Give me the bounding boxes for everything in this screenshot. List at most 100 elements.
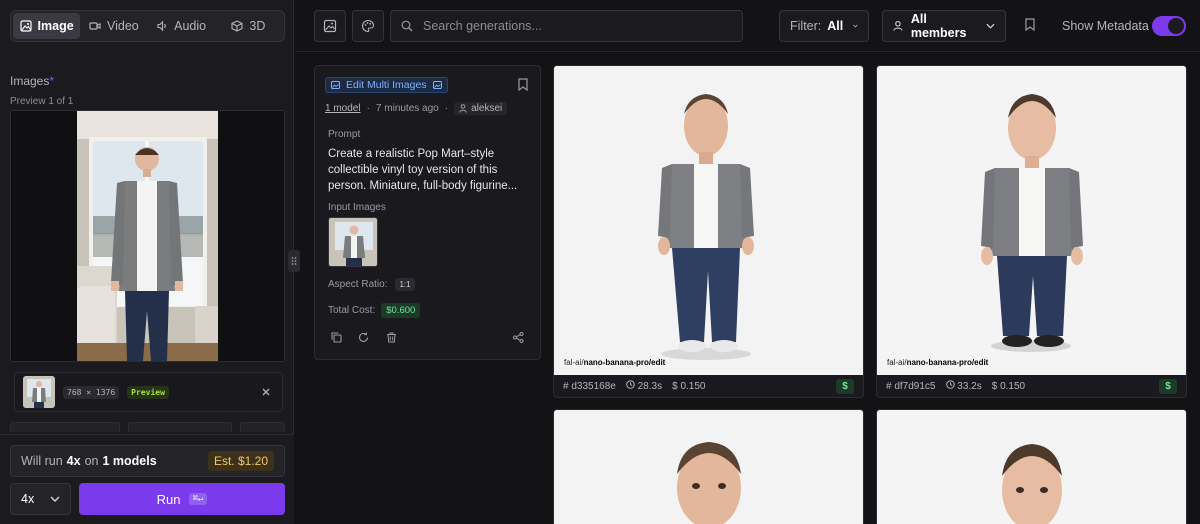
generation-info-card: Edit Multi Images 1 model · 7 minutes ag… [314,65,541,360]
trash-icon [387,332,396,343]
required-mark: * [49,74,55,88]
aspect-ratio-value: 1:1 [395,278,415,291]
figurine-image [554,410,863,524]
cube-icon [231,20,243,32]
result-image[interactable]: fal-ai/nano-banana-pro/edit [877,66,1186,375]
model-badge-label: Edit Multi Images [346,79,427,91]
bookmark-icon [518,78,528,92]
card-bookmark-button[interactable] [518,78,528,94]
tab-video[interactable]: Video [80,13,147,39]
result-card[interactable]: fal-ai/nano-banana-pro/edit # df7d91c5 3… [876,65,1187,398]
tab-video-label: Video [107,19,139,33]
result-duration: 33.2s [945,380,982,392]
dollar-icon: $ [672,380,678,392]
collapsed-section [128,422,232,432]
search-input[interactable] [423,19,723,33]
chevron-down-icon [853,24,858,28]
image-dimensions: 768 × 1376 [63,385,120,399]
model-prefix: fal-ai/ [887,358,907,367]
models-link[interactable]: 1 model [325,103,361,114]
tab-audio[interactable]: Audio [148,13,215,39]
user-chip[interactable]: aleksei [454,102,508,115]
tab-3d[interactable]: 3D [215,13,282,39]
result-card[interactable]: fal-ai/nano-banana-pro/edit # d335168e 2… [553,65,864,398]
copy-button[interactable] [331,332,342,346]
close-icon [262,388,270,396]
gallery-view-button[interactable] [314,10,346,42]
bookmarks-button[interactable] [1025,18,1035,34]
tab-audio-label: Audio [174,19,207,33]
figurine-image [554,66,863,375]
search-bar [390,10,743,42]
result-meta: # d335168e 28.3s $ 0.150 $ [554,375,863,397]
aspect-ratio-label: Aspect Ratio: [328,279,388,290]
show-metadata-toggle[interactable] [1152,16,1186,36]
total-cost-label: Total Cost: [328,305,376,316]
video-icon [89,22,101,30]
filter-dropdown[interactable]: Filter: All [779,10,869,42]
image-preview[interactable] [10,110,285,362]
result-image[interactable]: fal-ai/nano-banana-pro/edit [554,66,863,375]
figurine-image [877,410,1186,524]
image-icon [331,81,340,89]
result-cost: $ 0.150 [672,381,705,392]
hash-icon: # [563,380,569,392]
user-name: aleksei [471,103,503,114]
members-dropdown[interactable]: All members [882,10,1006,42]
remove-file-button[interactable] [258,384,274,400]
result-image[interactable] [877,410,1186,524]
images-label-text: Images [10,74,50,88]
prompt-label: Prompt [328,129,361,140]
result-cost-value: 0.150 [1000,380,1026,392]
card-actions [329,332,529,348]
file-thumbnail-photo [23,376,55,408]
clock-icon [945,380,955,389]
dollar-icon: $ [991,380,998,392]
cost-estimate: Est. $1.20 [207,451,274,471]
input-images-label: Input Images [328,202,386,213]
collapsed-sections [10,422,285,432]
result-image[interactable] [554,410,863,524]
result-hash-value: d335168e [571,380,616,392]
model-name: nano-banana-pro/edit [583,358,666,367]
tab-image[interactable]: Image [13,13,81,39]
panel-resize-handle[interactable] [288,250,300,272]
preview-photo [77,111,218,361]
result-cost-value: 0.150 [680,380,706,392]
user-icon [893,20,903,31]
user-icon [459,104,467,113]
delete-button[interactable] [386,332,397,346]
model-prefix: fal-ai/ [564,358,584,367]
rerun-button[interactable] [358,332,369,346]
generation-time: 7 minutes ago [375,103,439,114]
result-model-caption: fal-ai/nano-banana-pro/edit [564,358,665,367]
result-hash-value: df7d91c5 [894,380,936,392]
clock-icon [626,380,635,389]
meta-separator: · [444,103,449,114]
share-icon [513,332,524,343]
tab-3d-label: 3D [249,19,266,33]
run-summary-mid: on [84,454,99,468]
audio-icon [157,20,166,32]
filter-value: All [827,19,844,33]
input-image-thumbnail[interactable] [328,217,378,267]
model-badge[interactable]: Edit Multi Images [325,77,448,93]
mode-tabs: Image Video Audio 3D [10,10,285,42]
file-thumbnail[interactable] [23,376,55,408]
cost-details-button[interactable]: $ [836,378,854,394]
result-card[interactable] [553,409,864,524]
result-hash: # d335168e [563,381,616,392]
run-count: 4x [66,454,81,468]
cost-details-button[interactable]: $ [1159,378,1177,394]
result-hash: # df7d91c5 [886,381,936,392]
share-button[interactable] [513,332,524,346]
hash-icon: # [886,380,892,392]
show-metadata-label: Show Metadata [1062,19,1149,33]
input-image-photo [329,218,377,266]
style-palette-button[interactable] [352,10,384,42]
chevron-down-icon [50,496,60,502]
run-footer: Will run 4x on 1 models Est. $1.20 4x Ru… [0,434,294,524]
result-card[interactable] [876,409,1187,524]
run-button[interactable]: Run ⌘↵ [79,483,285,515]
run-multiplier-select[interactable]: 4x [10,483,71,515]
